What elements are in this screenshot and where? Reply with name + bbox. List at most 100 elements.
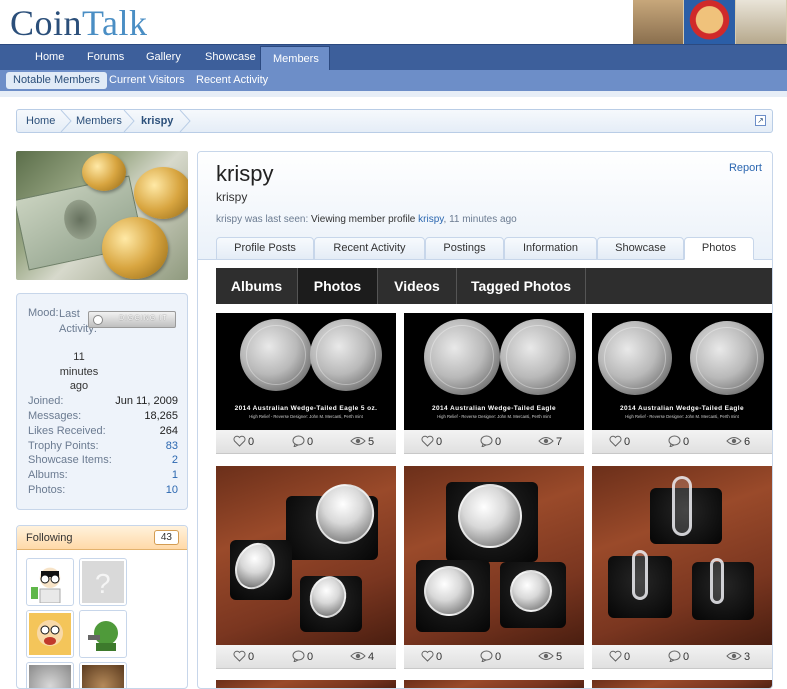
media-tab-videos[interactable]: Videos (378, 268, 457, 304)
photo-thumbnail[interactable]: 2014 Australian Wedge-Tailed Eagle High … (592, 313, 772, 430)
jump-to-top-icon[interactable]: ↗ (755, 115, 766, 126)
photo-card[interactable]: 2014 Australian Wedge-Tailed Eagle High … (404, 313, 584, 458)
site-logo[interactable]: CoinTalk (10, 2, 147, 44)
photo-thumbnail[interactable] (592, 680, 772, 688)
comment-count[interactable]: 0 (668, 650, 689, 664)
like-count[interactable]: 0 (609, 650, 630, 664)
subnav-recent-activity[interactable]: Recent Activity (189, 72, 275, 89)
breadcrumb-current[interactable]: krispy (141, 110, 173, 132)
coin-obverse (240, 319, 312, 391)
profile-panel: krispy krispy Report krispy was last see… (197, 151, 773, 689)
stat-value-link[interactable]: 1 (172, 468, 178, 482)
tab-postings[interactable]: Postings (425, 237, 504, 260)
photo-coin-capsule (632, 550, 648, 600)
profile-username: krispy (216, 161, 274, 186)
tab-profile-posts[interactable]: Profile Posts (216, 237, 314, 260)
photo-thumbnail[interactable] (216, 466, 396, 645)
comment-count[interactable]: 0 (292, 435, 313, 449)
media-tab-photos[interactable]: Photos (298, 268, 378, 304)
stat-messages: Messages: 18,265 (28, 409, 178, 423)
comment-count[interactable]: 0 (668, 435, 689, 449)
like-count[interactable]: 0 (421, 650, 442, 664)
photo-thumbnail[interactable] (592, 466, 772, 645)
photo-thumbnail[interactable] (216, 680, 396, 688)
tab-showcase[interactable]: Showcase (597, 237, 684, 260)
following-avatar[interactable] (26, 662, 74, 688)
photo-card[interactable] (404, 466, 584, 645)
comment-count[interactable]: 0 (480, 650, 501, 664)
stat-trophy-points: Trophy Points: 83 (28, 439, 178, 453)
mood-badge-text: DIGGING IT (119, 315, 168, 322)
photo-coin-capsule (458, 484, 522, 548)
photo-card[interactable] (216, 466, 396, 645)
site-header: CoinTalk (0, 0, 787, 44)
eye-icon (350, 652, 366, 660)
comment-icon (668, 435, 681, 448)
photo-card[interactable]: 2014 Australian Wedge-Tailed Eagle High … (592, 313, 772, 458)
eye-icon (350, 437, 366, 445)
last-seen-prefix: krispy was last seen: (216, 214, 309, 225)
following-avatar[interactable]: ? (79, 558, 127, 606)
tab-information[interactable]: Information (504, 237, 597, 260)
photo-stats-bar: 0 0 6 (592, 430, 772, 454)
last-seen-user-link[interactable]: krispy (418, 214, 443, 225)
photo-thumbnail[interactable]: 2014 Australian Wedge-Tailed Eagle 5 oz.… (216, 313, 396, 430)
subnav-current-visitors[interactable]: Current Visitors (102, 72, 192, 89)
avatar-gold-coin (134, 167, 188, 219)
comment-count[interactable]: 0 (292, 650, 313, 664)
nav-tab-members[interactable]: Members (260, 46, 330, 71)
photo-card[interactable]: 2014 Australian Wedge-Tailed Eagle 5 oz.… (216, 313, 396, 458)
logo-coin: Coin (10, 3, 83, 43)
stat-value-link[interactable]: 83 (166, 439, 178, 453)
media-tab-albums[interactable]: Albums (216, 268, 298, 304)
cartoon-avatar-icon (29, 613, 71, 655)
like-count[interactable]: 0 (421, 435, 442, 449)
nav-tab-home[interactable]: Home (23, 45, 76, 71)
stat-label: Photos: (28, 484, 66, 496)
photo-thumbnail[interactable] (404, 466, 584, 645)
nav-tab-forums[interactable]: Forums (75, 45, 136, 71)
following-avatar[interactable] (79, 610, 127, 658)
photo-caption: 2014 Australian Wedge-Tailed Eagle (431, 405, 557, 412)
photo-card[interactable] (592, 466, 772, 645)
following-avatar[interactable] (79, 662, 127, 688)
heart-icon (233, 435, 246, 447)
coin-reverse (690, 321, 764, 395)
nav-divider (0, 91, 787, 97)
following-title[interactable]: Following (26, 532, 72, 544)
stat-label: Albums: (28, 469, 68, 481)
tab-recent-activity[interactable]: Recent Activity (314, 237, 425, 260)
like-count[interactable]: 0 (233, 435, 254, 449)
like-count[interactable]: 0 (609, 435, 630, 449)
photo-coin-capsule (424, 566, 474, 616)
svg-text:?: ? (95, 568, 111, 599)
photo-thumbnail[interactable]: 2014 Australian Wedge-Tailed Eagle High … (404, 313, 584, 430)
header-banner-image[interactable] (633, 0, 787, 44)
avatar[interactable] (16, 151, 188, 280)
stat-value-link[interactable]: 2 (172, 453, 178, 467)
report-link[interactable]: Report (729, 162, 762, 174)
subnav-notable-members[interactable]: Notable Members (6, 72, 107, 89)
breadcrumb: Home Members krispy ↗ (16, 109, 773, 133)
like-count[interactable]: 0 (233, 650, 254, 664)
last-seen-time: , 11 minutes ago (443, 214, 517, 225)
photo-thumbnail[interactable] (404, 680, 584, 688)
nav-tab-showcase[interactable]: Showcase (193, 45, 268, 71)
breadcrumb-members[interactable]: Members (76, 110, 122, 132)
coin-reverse (500, 319, 576, 395)
tab-photos[interactable]: Photos (684, 237, 754, 260)
stat-value-link[interactable]: 10 (166, 483, 178, 497)
following-avatar[interactable] (26, 610, 74, 658)
heart-icon (609, 435, 622, 447)
nav-tab-gallery[interactable]: Gallery (134, 45, 193, 71)
media-tab-tagged-photos[interactable]: Tagged Photos (457, 268, 586, 304)
comment-count[interactable]: 0 (480, 435, 501, 449)
stat-photos: Photos: 10 (28, 483, 178, 497)
eye-icon (538, 437, 554, 445)
breadcrumb-home[interactable]: Home (26, 110, 55, 132)
following-avatar[interactable] (26, 558, 74, 606)
member-info-box: Mood: Last Activity: 11 minutes ago DIGG… (16, 293, 188, 510)
mood-label: Mood: (28, 307, 59, 319)
silver-coin-avatar-icon (29, 665, 71, 688)
following-count[interactable]: 43 (153, 530, 179, 545)
